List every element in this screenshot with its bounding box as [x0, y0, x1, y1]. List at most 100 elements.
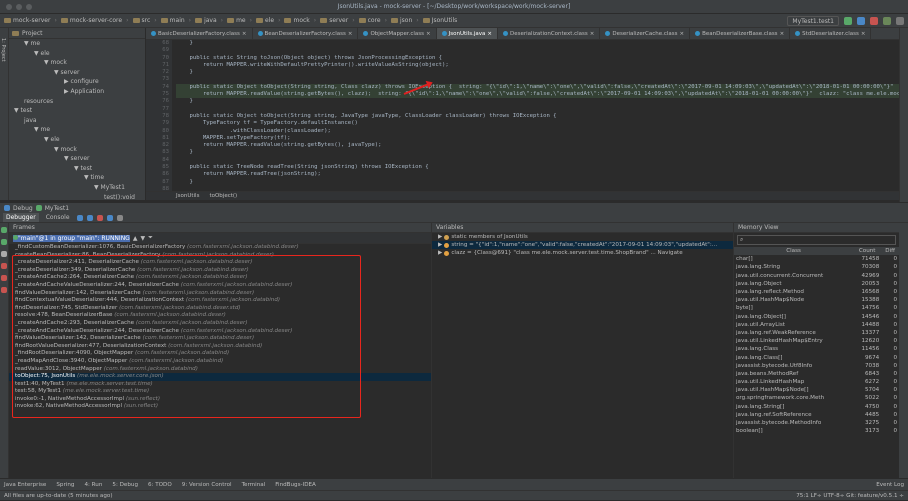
memory-row[interactable]: java.util.LinkedHashMap$Entry126200	[734, 337, 899, 345]
breadcrumb-item[interactable]: java	[195, 17, 217, 24]
tool-window-button[interactable]: 5: Debug	[112, 482, 138, 488]
memory-row[interactable]: org.springframework.core.Meth50220	[734, 394, 899, 402]
memory-row[interactable]: java.lang.Object200530	[734, 280, 899, 288]
cursor-position[interactable]: 75:1 LF÷ UTF-8÷ Git: feature/v0.5.1 ÷	[796, 493, 904, 499]
memory-row[interactable]: java.lang.reflect.Method165680	[734, 288, 899, 296]
tree-item[interactable]: ▼ test	[9, 106, 145, 116]
memory-row[interactable]: java.lang.Class[]96740	[734, 353, 899, 361]
tree-item[interactable]: java	[9, 116, 145, 126]
tool-window-button[interactable]: 4: Run	[84, 482, 102, 488]
tree-item[interactable]: ▼ test	[9, 164, 145, 174]
memory-row[interactable]: java.util.ArrayList144880	[734, 321, 899, 329]
memory-row[interactable]: java.lang.String703080	[734, 263, 899, 271]
project-tool-label[interactable]: 1: Project	[0, 38, 6, 62]
breadcrumb-item[interactable]: ele	[256, 17, 274, 24]
filter-icon[interactable]: ⏷	[148, 234, 153, 242]
line-gutter[interactable]: 6869707172737475767778798081828384858687…	[146, 40, 172, 191]
variable-item[interactable]: ▶string = "{"id":1,"name":"one","valid":…	[432, 241, 733, 249]
code-lines[interactable]: } public static String toJson(Object obj…	[172, 40, 899, 191]
code-line[interactable]	[176, 157, 899, 164]
editor-tab[interactable]: JsonUtils.java×	[437, 28, 498, 39]
resume-icon[interactable]	[1, 239, 7, 245]
memory-search-input[interactable]: ⌕	[737, 235, 896, 245]
stop-icon[interactable]	[1, 263, 7, 269]
code-line[interactable]: }	[176, 149, 899, 156]
vcs-update-icon[interactable]	[883, 17, 891, 25]
tool-window-button[interactable]: Java Enterprise	[4, 482, 46, 488]
variable-item[interactable]: ▶static members of JsonUtils	[432, 233, 733, 241]
force-step-into-icon[interactable]	[97, 215, 103, 221]
tool-window-button[interactable]: 6: TODO	[148, 482, 172, 488]
editor-tab[interactable]: BeanDeserializerFactory.class×	[253, 28, 359, 39]
close-icon[interactable]: ×	[590, 31, 595, 37]
tool-window-button[interactable]: Spring	[56, 482, 74, 488]
code-line[interactable]: TypeFactory tf = TypeFactory.defaultInst…	[176, 120, 899, 127]
memory-row[interactable]: java.util.HashMap$Node[]57040	[734, 386, 899, 394]
code-line[interactable]: return MAPPER.readValue(string.getBytes(…	[176, 142, 899, 149]
code-line[interactable]: .withClassLoader(classLoader);	[176, 128, 899, 135]
memory-row[interactable]: java.util.HashMap$Node153880	[734, 296, 899, 304]
breadcrumb-item[interactable]: main	[161, 17, 185, 24]
close-icon[interactable]: ×	[680, 31, 685, 37]
breadcrumb-item[interactable]: JsonUtils	[423, 17, 458, 24]
code-line[interactable]: public static Object toObject(String str…	[176, 113, 899, 120]
memory-row[interactable]: javassist.bytecode.MethodInfo32750	[734, 419, 899, 427]
code-line[interactable]	[176, 76, 899, 83]
editor-tab[interactable]: BasicDeserializerFactory.class×	[146, 28, 253, 39]
memory-row[interactable]: java.beans.MethodRef68430	[734, 370, 899, 378]
tab-debugger[interactable]: Debugger	[3, 213, 39, 222]
step-out-icon[interactable]	[107, 215, 113, 221]
code-line[interactable]: MAPPER.setTypeFactory(tf);	[176, 135, 899, 142]
tab-console[interactable]: Console	[43, 213, 73, 222]
frame-item[interactable]: _findCustomBeanDeserializer:1076, BasicD…	[9, 244, 431, 252]
tree-item[interactable]: resources	[9, 97, 145, 107]
memory-row[interactable]: java.lang.ref.WeakReference133770	[734, 329, 899, 337]
close-icon[interactable]: ×	[348, 31, 353, 37]
code-line[interactable]: return MAPPER.readTree(jsonString);	[176, 171, 899, 178]
search-icon[interactable]	[896, 17, 904, 25]
code-line[interactable]: public static TreeNode readTree(String j…	[176, 164, 899, 171]
breadcrumb-item[interactable]: src	[133, 17, 151, 24]
tree-item[interactable]: test():void	[9, 193, 145, 201]
step-into-icon[interactable]	[87, 215, 93, 221]
thread-select[interactable]: "main"@1 in group "main": RUNNING	[13, 235, 130, 242]
variable-item[interactable]: ▶clazz = {Class@691} "class me.ele.mock.…	[432, 249, 733, 257]
tree-item[interactable]: ▼ mock	[9, 145, 145, 155]
tree-item[interactable]: ▶ configure	[9, 77, 145, 87]
memory-column-header[interactable]: Count	[853, 247, 881, 255]
expand-icon[interactable]: ▶	[438, 241, 442, 249]
code-area[interactable]: 6869707172737475767778798081828384858687…	[146, 40, 899, 191]
expand-icon[interactable]: ▶	[438, 249, 442, 257]
tool-window-button[interactable]: FindBugs-IDEA	[275, 482, 316, 488]
evaluate-icon[interactable]	[117, 215, 123, 221]
debug-icon[interactable]	[857, 17, 865, 25]
editor-tab[interactable]: BeanDeserializerBase.class×	[690, 28, 790, 39]
memory-row[interactable]: java.lang.ref.SoftReference44850	[734, 411, 899, 419]
run-config-select[interactable]: MyTest1.test1	[787, 16, 839, 26]
memory-row[interactable]: java.lang.Class114560	[734, 345, 899, 353]
code-line[interactable]	[176, 106, 899, 113]
breadcrumb-item[interactable]: mock-server-core	[61, 17, 122, 24]
tree-item[interactable]: ▼ mock	[9, 58, 145, 68]
memory-row[interactable]: java.lang.String[]47500	[734, 403, 899, 411]
debug-config[interactable]: MyTest1	[45, 205, 69, 212]
frame-up-icon[interactable]: ▲	[133, 235, 138, 242]
tree-item[interactable]: ▼ ele	[9, 135, 145, 145]
close-icon[interactable]: ×	[487, 31, 492, 37]
code-line[interactable]: }	[176, 179, 899, 186]
close-icon[interactable]: ×	[426, 31, 431, 37]
tree-item[interactable]: ▼ ele	[9, 49, 145, 59]
tree-item[interactable]: ▶ Application	[9, 87, 145, 97]
breakpoints-icon[interactable]	[1, 275, 7, 281]
code-line[interactable]: public static Object toObject(String str…	[176, 84, 899, 91]
editor-tab[interactable]: StdDeserializer.class×	[790, 28, 871, 39]
tree-item[interactable]: ▼ me	[9, 39, 145, 49]
breadcrumb-item[interactable]: mock	[284, 17, 309, 24]
tool-window-button[interactable]: 9: Version Control	[182, 482, 232, 488]
memory-row[interactable]: boolean[]31730	[734, 427, 899, 435]
memory-row[interactable]: java.util.LinkedHashMap62720	[734, 378, 899, 386]
code-line[interactable]: public static String toJson(Object objec…	[176, 55, 899, 62]
breadcrumb-item[interactable]: me	[227, 17, 246, 24]
run-icon[interactable]	[844, 17, 852, 25]
editor-tab[interactable]: DeserializerCache.class×	[600, 28, 690, 39]
